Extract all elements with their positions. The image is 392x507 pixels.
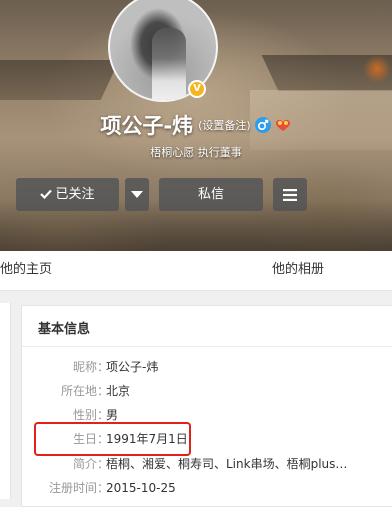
info-row-registered: 注册时间： 2015-10-25 [22, 478, 392, 498]
male-icon [254, 117, 271, 133]
tab-album[interactable]: 他的相册 [272, 251, 324, 289]
message-button[interactable]: 私信 [159, 178, 263, 211]
info-value: 梧桐、湘爱、桐寿司、Link串场、梧桐plus… [106, 457, 348, 471]
more-menu-button[interactable] [273, 178, 307, 211]
birthday-highlight-box [34, 422, 191, 456]
avatar-figure [152, 28, 186, 100]
basic-info-card: 基本信息 昵称：项公子-炜 所在地：北京 性别：男 生日： 1991年7月1日 简… [21, 305, 392, 507]
followed-button[interactable]: 已关注 [16, 178, 119, 211]
info-label: 昵称 [72, 360, 97, 374]
tab-home[interactable]: 他的主页 [0, 251, 52, 289]
card-divider [22, 346, 392, 347]
chevron-down-icon [131, 187, 143, 202]
info-label: 注册时间 [48, 481, 97, 495]
info-row-nickname: 昵称：项公子-炜 [22, 357, 392, 377]
verify-info: 梧桐心愿 执行董事 [150, 146, 242, 159]
profile-name: 项公子-炜 [100, 114, 194, 138]
follow-dropdown-button[interactable] [125, 178, 149, 211]
info-value: 项公子-炜 [106, 360, 159, 374]
left-panel-edge [0, 303, 11, 499]
verified-icon: V [188, 80, 206, 98]
set-remark-link[interactable]: (设置备注) [198, 119, 251, 132]
profile-banner: V 项公子-炜 (设置备注) 梧桐心愿 执行董事 已关注 私信 [0, 0, 392, 251]
profile-tabs: 他的主页 他的相册 [0, 251, 392, 291]
info-label: 所在地 [60, 384, 97, 398]
info-value: 北京 [106, 384, 131, 398]
banner-lantern [362, 56, 392, 82]
check-icon [40, 179, 53, 212]
info-value: 2015-10-25 [106, 481, 176, 495]
info-label: 简介 [72, 457, 97, 471]
name-row: 项公子-炜 (设置备注) [0, 110, 392, 142]
info-row-bio: 简介：梧桐、湘爱、桐寿司、Link串场、梧桐plus… [22, 454, 392, 474]
banner-roof-left [0, 60, 120, 100]
badge-icon[interactable] [274, 117, 292, 133]
menu-icon [283, 187, 297, 202]
info-row-location: 所在地：北京 [22, 381, 392, 401]
card-title: 基本信息 [38, 322, 91, 337]
followed-button-label: 已关注 [55, 187, 95, 202]
